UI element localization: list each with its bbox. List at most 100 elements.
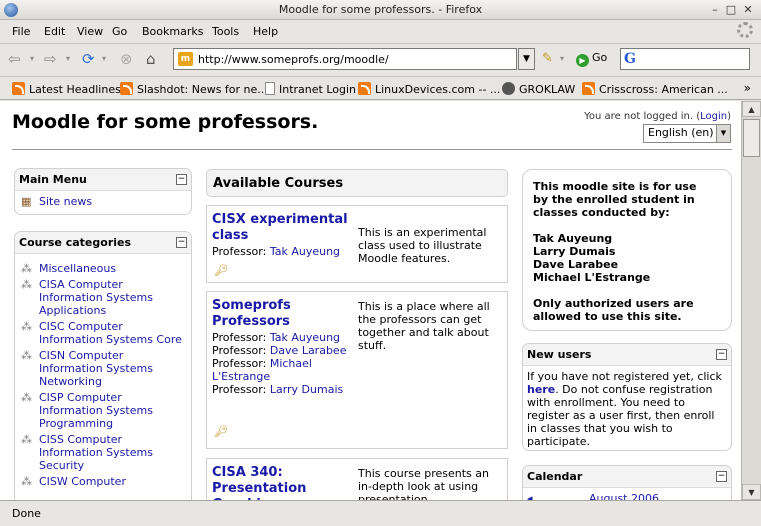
- category-icon: ⁂: [21, 278, 32, 291]
- menu-view[interactable]: View: [77, 25, 103, 38]
- feed-dropdown-icon[interactable]: ▾: [560, 49, 564, 69]
- category-link[interactable]: CISC Computer Information Systems Core: [39, 320, 182, 346]
- menu-file[interactable]: File: [12, 25, 30, 38]
- search-bar[interactable]: G: [620, 48, 750, 70]
- info-intro-line: classes conducted by:: [533, 206, 670, 219]
- menu-tools[interactable]: Tools: [212, 25, 239, 38]
- url-history-dropdown-icon[interactable]: ▼: [518, 48, 535, 70]
- feed-icon[interactable]: ✎: [542, 49, 553, 69]
- minimize-icon[interactable]: –: [708, 3, 722, 17]
- course-description: This course presents an in-depth look at…: [358, 467, 489, 500]
- collapse-icon[interactable]: −: [716, 349, 727, 360]
- forward-dropdown-icon[interactable]: ▾: [66, 49, 70, 69]
- scroll-thumb[interactable]: [743, 119, 760, 157]
- info-intro-line: by the enrolled student in: [533, 193, 695, 206]
- menu-bookmarks[interactable]: Bookmarks: [142, 25, 203, 38]
- scroll-down-icon[interactable]: ▼: [742, 484, 761, 500]
- category-link[interactable]: CISW Computer: [39, 475, 126, 488]
- stop-icon[interactable]: ⊗: [120, 49, 133, 69]
- groklaw-icon: [502, 82, 515, 95]
- forward-icon[interactable]: ⇨: [44, 49, 57, 69]
- list-item: ▦ Site news: [19, 195, 187, 208]
- category-icon: ⁂: [21, 475, 32, 488]
- rss-icon: [12, 82, 25, 95]
- category-icon: ⁂: [21, 320, 32, 333]
- collapse-icon[interactable]: −: [176, 237, 187, 248]
- block-body: ▦ Site news: [15, 191, 191, 214]
- professor-link[interactable]: Larry Dumais: [270, 383, 343, 396]
- info-name: Dave Larabee: [533, 258, 619, 271]
- info-intro-line: This moodle site is for use: [533, 180, 697, 193]
- category-icon: ⁂: [21, 262, 32, 275]
- browser-window: Moodle for some professors. - Firefox – …: [0, 0, 761, 526]
- category-link[interactable]: Miscellaneous: [39, 262, 116, 275]
- site-news-link[interactable]: Site news: [39, 195, 92, 208]
- vertical-scrollbar[interactable]: ▲ ▼: [741, 101, 761, 500]
- category-link[interactable]: CISP Computer Information Systems Progra…: [39, 391, 153, 430]
- list-item: ⁂ CISP Computer Information Systems Progr…: [19, 391, 187, 430]
- block-title: Calendar: [527, 470, 583, 483]
- professor-line: Professor: Michael L'Estrange: [212, 357, 312, 383]
- window-title: Moodle for some professors. - Firefox: [278, 3, 483, 16]
- close-icon[interactable]: ✕: [741, 3, 755, 17]
- google-icon[interactable]: G: [624, 51, 636, 67]
- scroll-up-icon[interactable]: ▲: [742, 101, 761, 117]
- language-select[interactable]: English (en) ▼: [643, 124, 731, 143]
- menu-go[interactable]: Go: [112, 25, 127, 38]
- search-input[interactable]: [641, 51, 745, 67]
- list-item: ⁂ CISW Computer: [19, 475, 187, 488]
- menu-help[interactable]: Help: [253, 25, 278, 38]
- course-categories-block: Course categories − ⁂ Miscellaneous ⁂ CISA…: [14, 231, 192, 500]
- login-info: You are not logged in. (Login): [584, 111, 731, 122]
- reload-dropdown-icon[interactable]: ▾: [102, 49, 106, 69]
- url-input[interactable]: [198, 51, 508, 67]
- go-icon: ▶: [576, 54, 589, 67]
- collapse-icon[interactable]: −: [176, 174, 187, 185]
- course-title-link[interactable]: Someprofs Professors: [212, 298, 357, 330]
- category-link[interactable]: CISN Computer Information Systems Networ…: [39, 349, 153, 388]
- category-link[interactable]: CISA Computer Information Systems Applic…: [39, 278, 153, 317]
- register-here-link[interactable]: here: [527, 383, 555, 396]
- key-icon: 🔑︎: [214, 425, 228, 438]
- site-title: Moodle for some professors.: [12, 111, 319, 133]
- status-text: Done: [12, 507, 41, 520]
- login-link[interactable]: Login: [700, 111, 727, 122]
- navigation-toolbar: ⇦ ▾ ⇨ ▾ ⟳ ▾ ⊗ ⌂ m ▼ ✎ ▾ ▶Go G: [0, 43, 761, 74]
- menu-edit[interactable]: Edit: [44, 25, 65, 38]
- reload-icon[interactable]: ⟳: [82, 49, 95, 69]
- course-title-link[interactable]: CISX experimental class: [212, 212, 357, 244]
- main-menu-block: Main Menu − ▦ Site news: [14, 168, 192, 215]
- block-body: ◂ August 2006: [523, 488, 731, 500]
- list-item: ⁂ CISN Computer Information Systems Netwo…: [19, 349, 187, 388]
- category-link[interactable]: CISS Computer Information Systems Securi…: [39, 433, 153, 472]
- bookmark-groklaw[interactable]: GROKLAW: [502, 82, 575, 96]
- available-courses-header: Available Courses: [206, 169, 508, 197]
- professor-link[interactable]: Tak Auyeung: [270, 245, 340, 258]
- back-icon[interactable]: ⇦: [8, 49, 21, 69]
- rss-icon: [358, 82, 371, 95]
- bookmark-crisscross[interactable]: Crisscross: American ...: [582, 82, 728, 96]
- bookmarks-toolbar: Latest Headlines Slashdot: News for ne..…: [0, 76, 761, 100]
- calendar-block: Calendar − ◂ August 2006: [522, 465, 732, 500]
- professor-link[interactable]: Tak Auyeung: [270, 331, 340, 344]
- collapse-icon[interactable]: −: [716, 471, 727, 482]
- home-icon[interactable]: ⌂: [146, 49, 156, 69]
- maximize-icon[interactable]: □: [724, 3, 738, 17]
- bookmarks-overflow-icon[interactable]: »: [744, 81, 751, 95]
- throbber-icon: [737, 22, 753, 38]
- previous-month-icon[interactable]: ◂: [527, 492, 533, 500]
- bookmark-intranet-login[interactable]: Intranet Login: [265, 82, 356, 96]
- course-title-link[interactable]: CISA 340: Presentation Graphics: [212, 465, 357, 500]
- url-bar[interactable]: m: [173, 48, 517, 70]
- calendar-month-link[interactable]: August 2006: [589, 492, 659, 500]
- bookmark-latest-headlines[interactable]: Latest Headlines: [12, 82, 121, 96]
- page-icon: [265, 82, 275, 95]
- bookmark-linuxdevices[interactable]: LinuxDevices.com -- ...: [358, 82, 500, 96]
- rss-icon: [120, 82, 133, 95]
- back-dropdown-icon[interactable]: ▾: [30, 49, 34, 69]
- bookmark-slashdot[interactable]: Slashdot: News for ne...: [120, 82, 268, 96]
- list-item: ⁂ Miscellaneous: [19, 262, 187, 275]
- header-divider: [12, 149, 732, 150]
- professor-link[interactable]: Dave Larabee: [270, 344, 347, 357]
- go-button[interactable]: ▶ Go: [576, 51, 607, 67]
